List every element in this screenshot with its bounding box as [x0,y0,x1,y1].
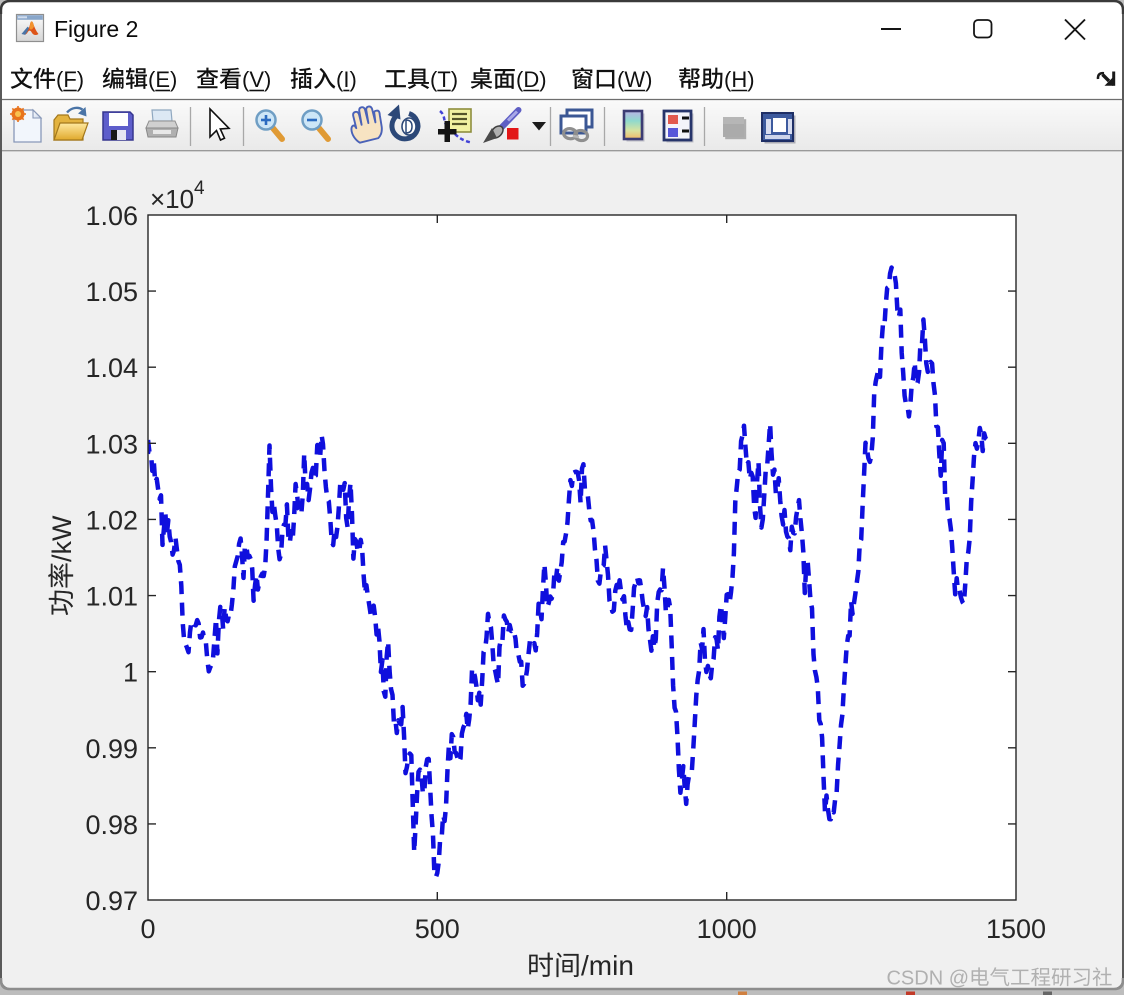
svg-text:1.01: 1.01 [85,582,138,612]
svg-text:(F): (F) [56,67,84,92]
svg-text:500: 500 [415,914,460,944]
svg-text:1.05: 1.05 [85,277,138,307]
svg-text:4: 4 [194,178,205,199]
svg-text:(I): (I) [336,67,357,92]
svg-text:(T): (T) [430,67,458,92]
svg-text:(D): (D) [516,67,547,92]
svg-text:1000: 1000 [697,914,757,944]
svg-text:1.03: 1.03 [85,429,138,459]
svg-text:/kW: /kW [47,515,77,562]
svg-text:(H): (H) [724,67,755,92]
svg-text:1.04: 1.04 [85,353,138,383]
svg-text:CSDN @: CSDN @ [886,968,969,990]
svg-text:0: 0 [140,914,155,944]
svg-text:1.02: 1.02 [85,505,138,535]
svg-text:Figure 2: Figure 2 [54,16,138,42]
svg-text:0.99: 0.99 [85,734,138,764]
svg-text:(V): (V) [242,67,271,92]
svg-text:(E): (E) [148,67,177,92]
svg-text:(W): (W) [617,67,652,92]
svg-text:×10: ×10 [150,184,194,214]
svg-text:1.06: 1.06 [85,201,138,231]
svg-text:0.97: 0.97 [85,886,138,916]
svg-text:1500: 1500 [986,914,1046,944]
svg-text:0.98: 0.98 [85,810,138,840]
svg-text:1: 1 [123,658,138,688]
svg-text:/min: /min [581,950,634,981]
